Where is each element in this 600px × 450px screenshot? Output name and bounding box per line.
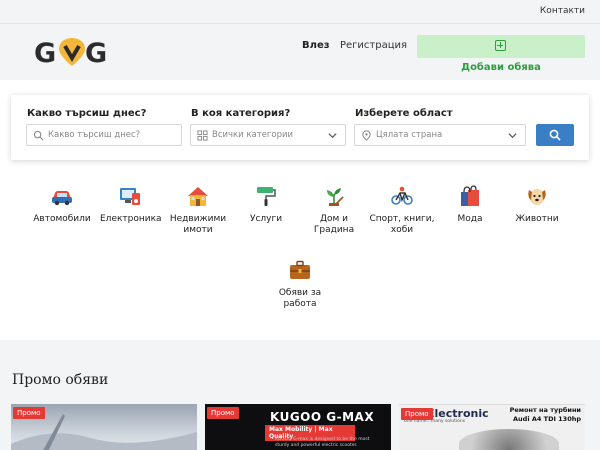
- promo-section: Промо обяви Промо Промо KUGOO G-MAX Max …: [0, 340, 600, 450]
- search-icon: [33, 130, 44, 141]
- promo-card[interactable]: Electronic one name...many solutions Рем…: [399, 404, 585, 450]
- category-label: Недвижими имоти: [169, 214, 227, 235]
- top-bar: Контакти: [0, 0, 600, 24]
- category-fashion[interactable]: Мода: [440, 184, 500, 225]
- region-value: Цялата страна: [376, 130, 443, 140]
- add-listing-button[interactable]: Добави обява: [417, 35, 585, 73]
- category-label: Електроника: [100, 214, 162, 224]
- category-home-garden[interactable]: Дом и Градина: [304, 184, 364, 236]
- category-sports-books-hobby[interactable]: Спорт, книги, хоби: [368, 184, 436, 236]
- category-value: Всички категории: [212, 130, 294, 140]
- promo-title: Промо обяви: [12, 372, 109, 388]
- map-pin-icon: [362, 130, 371, 141]
- shopping-bag-icon: [461, 185, 479, 206]
- promo-headline: KUGOO G-MAX: [270, 410, 375, 424]
- category-label: Автомобили: [33, 214, 91, 224]
- promo-badge: Промо: [13, 407, 45, 419]
- promo-badge: Промо: [207, 407, 239, 419]
- category-label: Мода: [457, 214, 483, 224]
- promo-card[interactable]: Промо: [11, 404, 197, 450]
- search-icon: [549, 129, 561, 141]
- plant-icon: [327, 188, 344, 206]
- car-icon: [52, 191, 72, 206]
- search-input[interactable]: Какво търсиш днес?: [26, 124, 182, 146]
- turbine-photo: [459, 429, 559, 450]
- category-select[interactable]: Всички категории: [190, 124, 346, 146]
- paint-roller-icon: [257, 187, 276, 206]
- promo-text: KUGOO G-max is designed to be the most s…: [275, 437, 370, 448]
- category-electronics[interactable]: Електроника: [100, 184, 162, 225]
- house-icon: [188, 187, 208, 206]
- category-label: Дом и Градина: [313, 214, 355, 235]
- svg-text:G: G: [34, 38, 56, 68]
- category-label: Животни: [515, 214, 559, 224]
- category-jobs[interactable]: Обяви за работа: [270, 258, 330, 310]
- dog-icon: [528, 189, 546, 205]
- register-link[interactable]: Регистрация: [340, 40, 407, 51]
- category-services[interactable]: Услуги: [236, 184, 296, 225]
- search-panel: Какво търсиш днес? Какво търсиш днес? В …: [11, 95, 589, 160]
- chevron-down-icon: [508, 133, 517, 139]
- region-label: Изберете област: [355, 108, 453, 119]
- bicycle-icon: [391, 186, 413, 205]
- promo-text: Ремонт на турбини: [509, 406, 581, 414]
- category-label: В коя категория?: [191, 108, 291, 119]
- electronics-icon: [120, 188, 140, 205]
- promo-badge: Промо: [401, 408, 433, 420]
- login-link[interactable]: Влез: [302, 40, 330, 51]
- site-logo[interactable]: G G: [34, 34, 110, 69]
- promo-card[interactable]: Промо KUGOO G-MAX Max Mobility | Max Qua…: [205, 404, 391, 450]
- search-what-label: Какво търсиш днес?: [27, 108, 147, 119]
- briefcase-icon: [290, 260, 310, 279]
- category-label: Обяви за работа: [278, 288, 322, 309]
- category-label: Спорт, книги, хоби: [369, 214, 435, 235]
- contacts-link[interactable]: Контакти: [540, 6, 585, 16]
- chevron-down-icon: [328, 133, 337, 139]
- category-cars[interactable]: Автомобили: [32, 184, 92, 225]
- promo-text: Audi A4 TDI 130hp: [513, 415, 581, 423]
- search-placeholder: Какво търсиш днес?: [48, 130, 141, 140]
- category-animals[interactable]: Животни: [507, 184, 567, 225]
- svg-text:G: G: [85, 38, 107, 68]
- grid-icon: [197, 130, 208, 141]
- search-button[interactable]: [536, 124, 574, 146]
- header: G G Влез Регистрация Добави обява: [0, 24, 600, 80]
- category-real-estate[interactable]: Недвижими имоти: [168, 184, 228, 236]
- plus-square-icon: [495, 40, 506, 51]
- category-label: Услуги: [249, 214, 283, 224]
- region-select[interactable]: Цялата страна: [354, 124, 526, 146]
- add-listing-label: Добави обява: [461, 62, 541, 73]
